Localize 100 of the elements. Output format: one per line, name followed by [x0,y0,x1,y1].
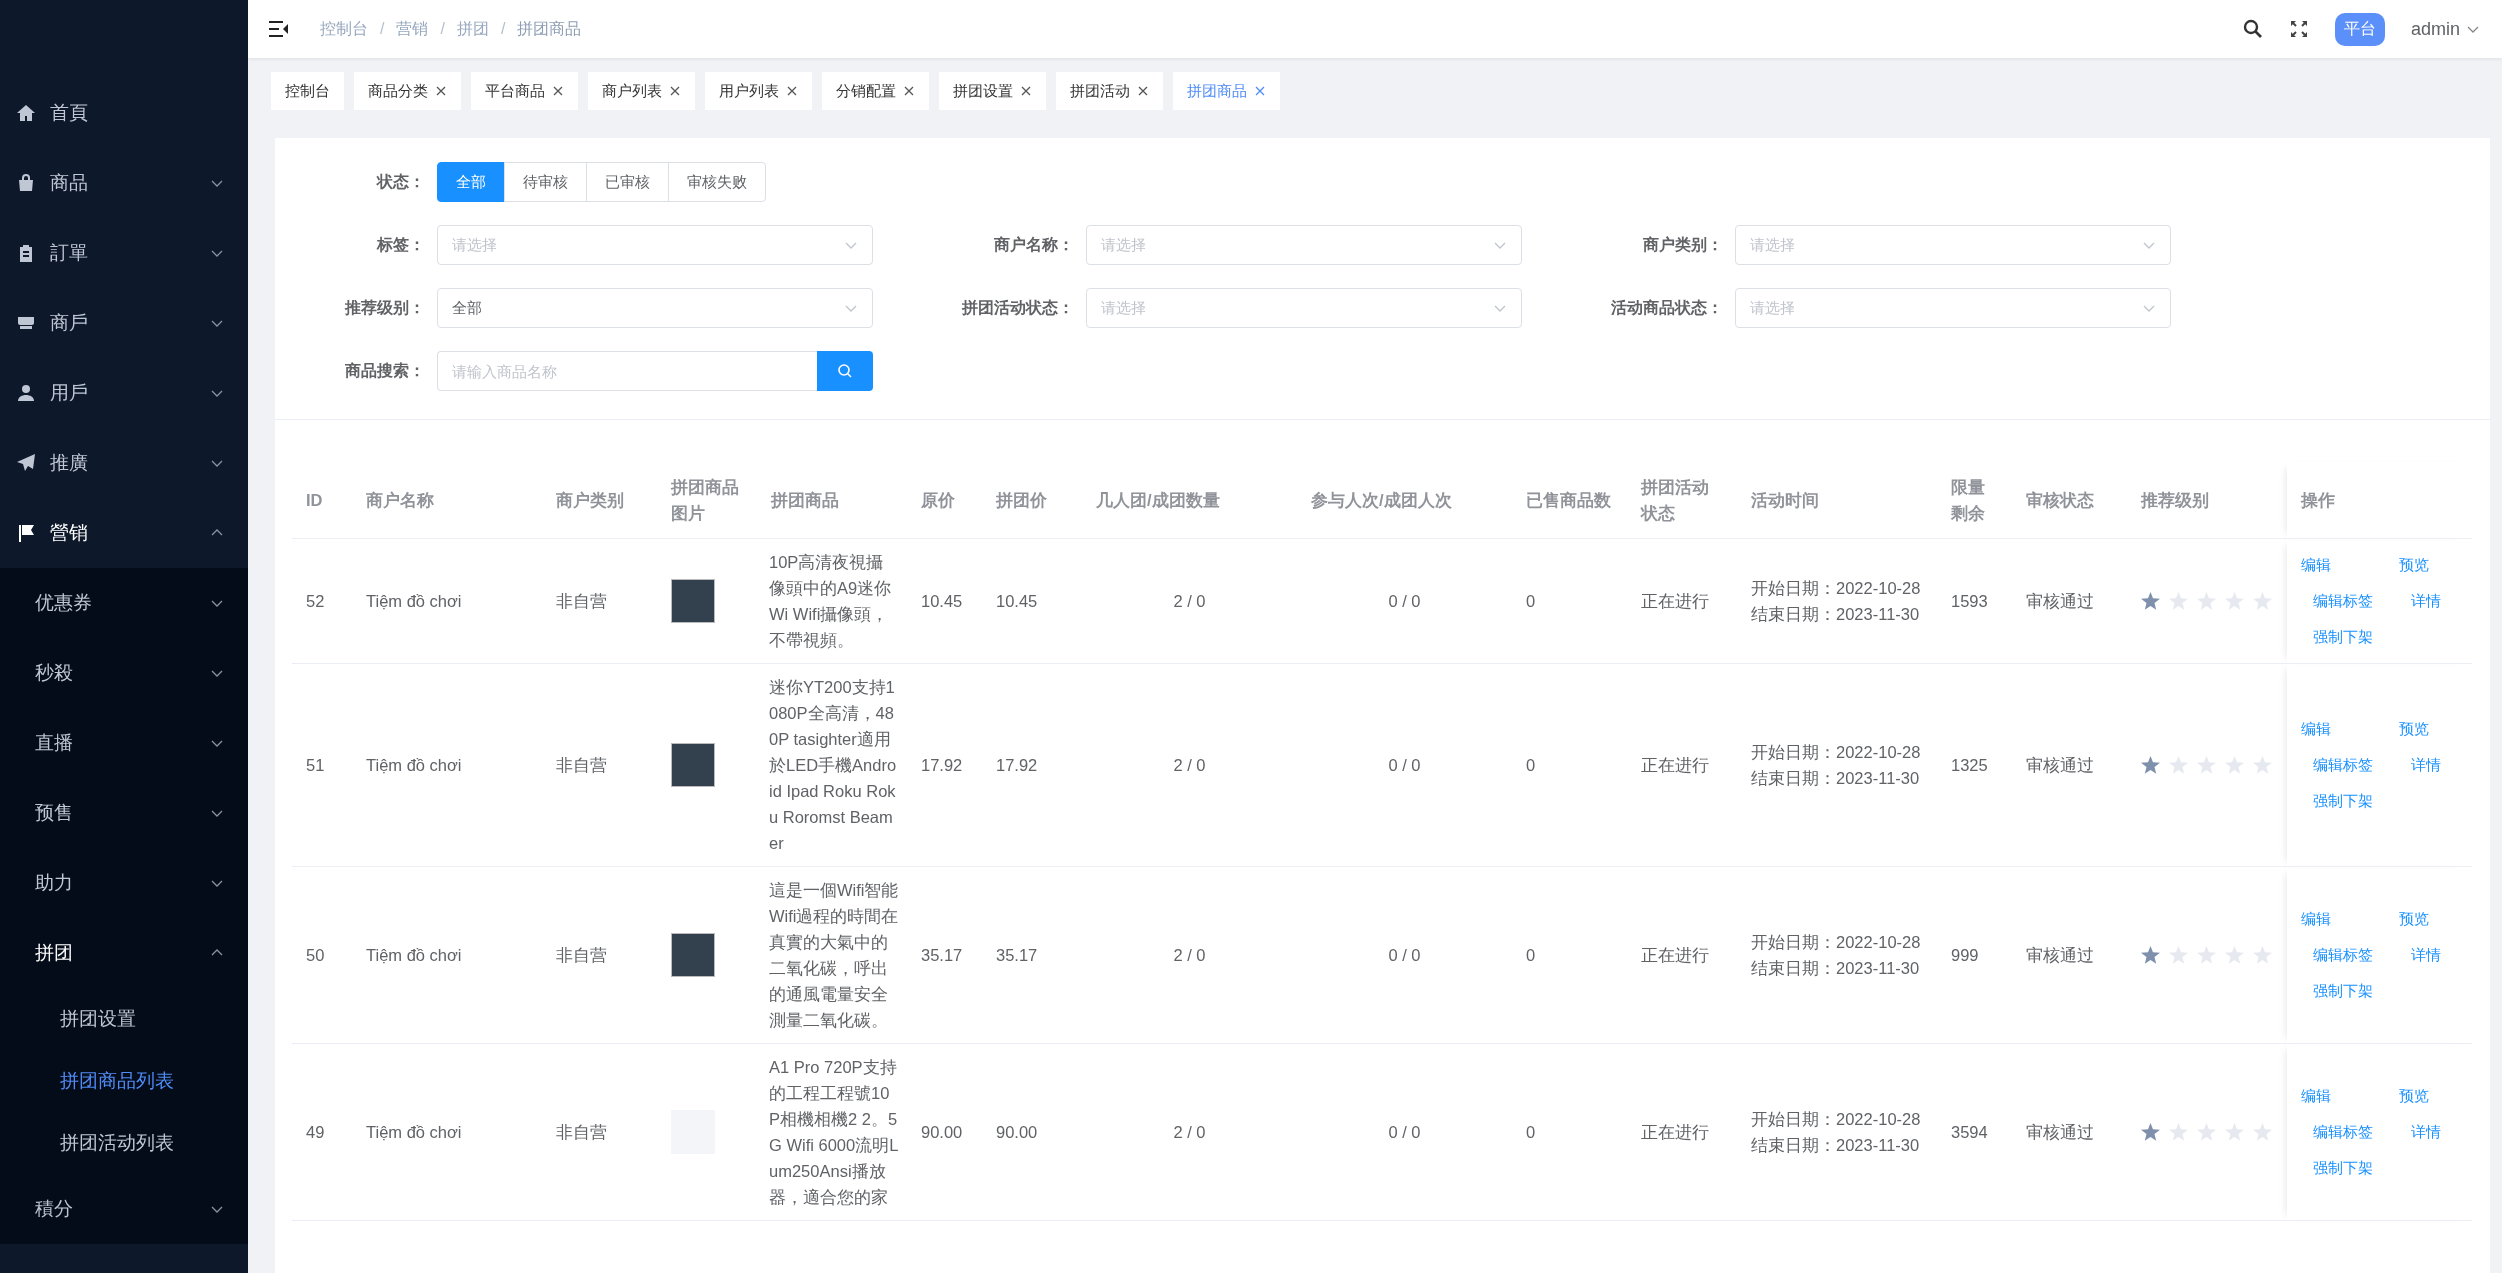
action-link[interactable]: 编辑 [2301,906,2373,932]
table-cell: 90.00 [907,1043,982,1221]
action-link[interactable]: 强制下架 [2313,978,2373,1004]
column-header: 拼团商品 [757,462,907,539]
close-icon[interactable] [1254,85,1266,97]
table-cell: 审核通过 [2012,663,2127,867]
column-header: ID [292,462,352,539]
sidebar-item[interactable]: 拼团 [0,918,248,988]
breadcrumb-separator: / [440,20,445,38]
column-header: 已售商品数 [1512,462,1627,539]
action-link[interactable]: 编辑标签 [2313,588,2373,614]
sidebar-item[interactable]: 拼团活动列表 [0,1112,248,1174]
action-link[interactable]: 编辑标签 [2313,942,2373,968]
action-link[interactable]: 编辑标签 [2313,752,2373,778]
status-option[interactable]: 已审核 [586,162,669,202]
column-header: 审核状态 [2012,462,2127,539]
close-icon[interactable] [1020,85,1032,97]
tab[interactable]: 控制台 [271,72,344,110]
table-cell: 2 / 0 [1082,538,1297,664]
action-link[interactable]: 强制下架 [2313,624,2373,650]
action-link[interactable]: 预览 [2399,716,2441,742]
role-badge: 平台 [2334,12,2385,46]
sidebar-item[interactable]: 商戶 [0,288,248,358]
tab[interactable]: 拼团活动 [1056,72,1163,110]
close-icon[interactable] [903,85,915,97]
action-link[interactable]: 预览 [2399,906,2441,932]
table-cell: 0 / 0 [1297,663,1512,867]
table-cell: Tiệm đồ chơi [352,1043,542,1221]
action-link[interactable]: 编辑 [2301,552,2373,578]
table-cell: Tiệm đồ chơi [352,663,542,867]
action-link[interactable]: 强制下架 [2313,788,2373,814]
action-link[interactable]: 编辑 [2301,1083,2373,1109]
column-header: 活动时间 [1737,462,1937,539]
close-icon[interactable] [786,85,798,97]
tab[interactable]: 用户列表 [705,72,812,110]
table-cell: 非自营 [542,663,657,867]
tab[interactable]: 拼团设置 [939,72,1046,110]
action-link[interactable]: 详情 [2411,752,2441,778]
sidebar-item[interactable]: 用戶 [0,358,248,428]
table-cell: 50 [292,866,352,1044]
sidebar-item[interactable]: 拼团设置 [0,988,248,1050]
close-icon[interactable] [435,85,447,97]
start-date: 开始日期：2022-10-28 [1751,1109,1922,1130]
action-link[interactable]: 编辑标签 [2313,1119,2373,1145]
column-header: 商户类别 [542,462,657,539]
table-cell: 17.92 [907,663,982,867]
action-link[interactable]: 预览 [2399,552,2441,578]
table-cell: 0 [1512,866,1627,1044]
select-field[interactable]: 全部 [437,288,873,328]
filter-label: 商户名称： [993,234,1075,255]
sidebar-item[interactable]: 秒殺 [0,638,248,708]
filter-label: 标签： [375,234,426,255]
table-cell: A1 Pro 720P支持的工程工程號10P相機相機2 2。5G Wifi 6000流明Lum250Ansi播放器，適合您的家 [757,1043,907,1221]
sidebar-item[interactable]: 積分 [0,1174,248,1244]
tab[interactable]: 平台商品 [471,72,578,110]
table-cell: 正在进行 [1627,538,1737,664]
tab[interactable]: 商品分类 [354,72,461,110]
table-cell: 3594 [1937,1043,2012,1221]
close-icon[interactable] [669,85,681,97]
status-option[interactable]: 审核失败 [668,162,766,202]
sidebar-item[interactable]: 推廣 [0,428,248,498]
status-option[interactable]: 待审核 [504,162,587,202]
table-cell: 正在进行 [1627,663,1737,867]
start-date: 开始日期：2022-10-28 [1751,578,1922,599]
sidebar-item[interactable]: 预售 [0,778,248,848]
search-field[interactable]: 请输入商品名称 [437,351,817,391]
fullscreen-icon[interactable] [2288,19,2309,39]
user-menu[interactable]: admin [2410,18,2460,40]
breadcrumb-current: 拼团商品 [517,18,582,39]
action-link[interactable]: 强制下架 [2313,1155,2373,1181]
sidebar-item[interactable]: 优惠券 [0,568,248,638]
action-link[interactable]: 详情 [2411,942,2441,968]
sidebar-item[interactable]: 拼团商品列表 [0,1050,248,1112]
search-icon[interactable] [2242,19,2263,39]
sidebar-item[interactable]: 營销 [0,498,248,568]
search-button[interactable] [817,351,873,391]
table-cell: 0 / 0 [1297,1043,1512,1221]
sidebar-item[interactable]: 直播 [0,708,248,778]
action-link[interactable]: 详情 [2411,588,2441,614]
close-icon[interactable] [552,85,564,97]
table-cell: Tiệm đồ chơi [352,866,542,1044]
sidebar-item[interactable]: 商品 [0,148,248,218]
sidebar-item[interactable]: 助力 [0,848,248,918]
menu-icon[interactable] [268,19,290,39]
tab[interactable]: 拼团商品 [1173,72,1280,110]
table-cell: 10.45 [982,538,1082,664]
sidebar-item[interactable]: 首頁 [0,78,248,148]
status-option[interactable]: 全部 [437,162,505,202]
action-link[interactable]: 预览 [2399,1083,2441,1109]
close-icon[interactable] [1137,85,1149,97]
filter-label: 活动商品状态： [1610,297,1724,318]
table-cell: 999 [1937,866,2012,1044]
action-link[interactable]: 编辑 [2301,716,2373,742]
table-cell: 51 [292,663,352,867]
action-link[interactable]: 详情 [2411,1119,2441,1145]
tab[interactable]: 分销配置 [822,72,929,110]
tab[interactable]: 商户列表 [588,72,695,110]
sidebar-item[interactable]: 訂單 [0,218,248,288]
column-header: 操作 [2287,462,2472,539]
end-date: 结束日期：2023-11-30 [1751,958,1921,979]
